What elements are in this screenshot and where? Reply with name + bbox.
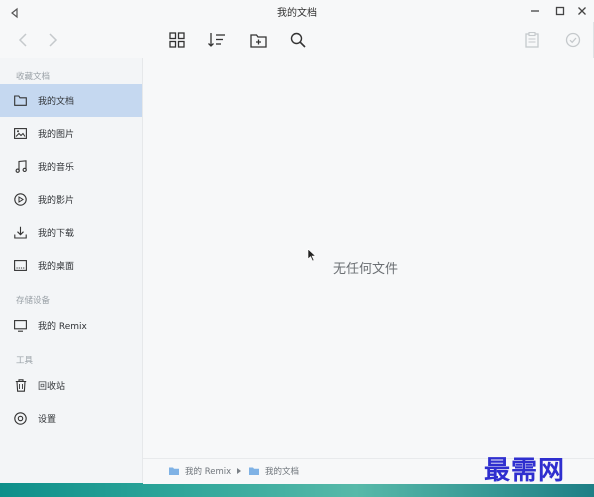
watermark-logo: 最需网 — [484, 456, 566, 486]
forward-button[interactable] — [42, 29, 64, 51]
back-button[interactable] — [12, 29, 34, 51]
close-button[interactable] — [574, 3, 590, 19]
maximize-button[interactable] — [552, 3, 568, 19]
sidebar-item-label: 我的 Remix — [38, 322, 87, 332]
settings-icon — [14, 412, 27, 425]
breadcrumb-item-remix[interactable]: 我的 Remix — [169, 465, 231, 477]
new-folder-icon[interactable] — [247, 29, 269, 51]
video-icon — [14, 193, 27, 206]
trash-icon — [14, 379, 27, 392]
breadcrumb-label: 我的 Remix — [185, 467, 232, 477]
sidebar-item-pictures[interactable]: 我的图片 — [0, 117, 142, 150]
sidebar-item-label: 我的图片 — [38, 130, 75, 140]
sort-icon[interactable] — [206, 29, 228, 51]
sidebar-item-videos[interactable]: 我的影片 — [0, 183, 142, 216]
sidebar-item-label: 我的桌面 — [38, 262, 75, 272]
clipboard-icon[interactable] — [521, 29, 543, 51]
minimize-button[interactable] — [527, 3, 543, 19]
window-title: 我的文档 — [277, 8, 317, 19]
section-label-favorites: 收藏文档 — [16, 72, 51, 82]
breadcrumb-separator-icon — [237, 468, 241, 474]
grid-view-icon[interactable] — [166, 29, 188, 51]
monitor-icon — [14, 319, 27, 332]
folder-icon — [14, 94, 27, 107]
download-icon — [14, 226, 27, 239]
folder-icon — [169, 467, 179, 475]
breadcrumb-item-documents[interactable]: 我的文档 — [249, 465, 299, 477]
sidebar-item-label: 我的音乐 — [38, 163, 75, 173]
mouse-cursor-icon — [307, 247, 317, 266]
empty-state-text: 无任何文件 — [333, 262, 399, 277]
sidebar-item-label: 设置 — [38, 415, 57, 425]
select-check-icon[interactable] — [562, 29, 584, 51]
sidebar-item-settings[interactable]: 设置 — [0, 402, 142, 435]
toolbar — [0, 22, 594, 58]
file-list-area[interactable]: 无任何文件 — [143, 58, 594, 458]
section-label-devices: 存储设备 — [16, 296, 51, 306]
sidebar-item-desktop[interactable]: 我的桌面 — [0, 249, 142, 282]
music-icon — [14, 160, 27, 173]
image-icon — [14, 127, 27, 140]
sidebar-item-label: 我的下载 — [38, 229, 75, 239]
title-bar: 我的文档 — [0, 0, 594, 22]
search-icon[interactable] — [287, 29, 309, 51]
section-label-tools: 工具 — [16, 356, 34, 366]
sidebar-item-remix[interactable]: 我的 Remix — [0, 309, 142, 342]
sidebar-item-label: 回收站 — [38, 382, 66, 392]
sidebar-item-downloads[interactable]: 我的下载 — [0, 216, 142, 249]
desktop-icon — [14, 259, 27, 272]
sidebar-item-label: 我的影片 — [38, 196, 75, 206]
folder-icon — [249, 467, 259, 475]
sidebar-item-label: 我的文档 — [38, 97, 75, 107]
sidebar: 收藏文档 我的文档 我的图片 我的音乐 我的影片 我的下载 我的桌面 存储设备 … — [0, 58, 143, 483]
file-manager-window: 我的文档 收藏文档 我的文档 我的图片 我的音乐 我的影片 我的下载 我的桌面 … — [0, 0, 594, 484]
sidebar-item-documents[interactable]: 我的文档 — [0, 84, 142, 117]
breadcrumb-label: 我的文档 — [265, 467, 300, 477]
sidebar-item-trash[interactable]: 回收站 — [0, 369, 142, 402]
sidebar-item-music[interactable]: 我的音乐 — [0, 150, 142, 183]
